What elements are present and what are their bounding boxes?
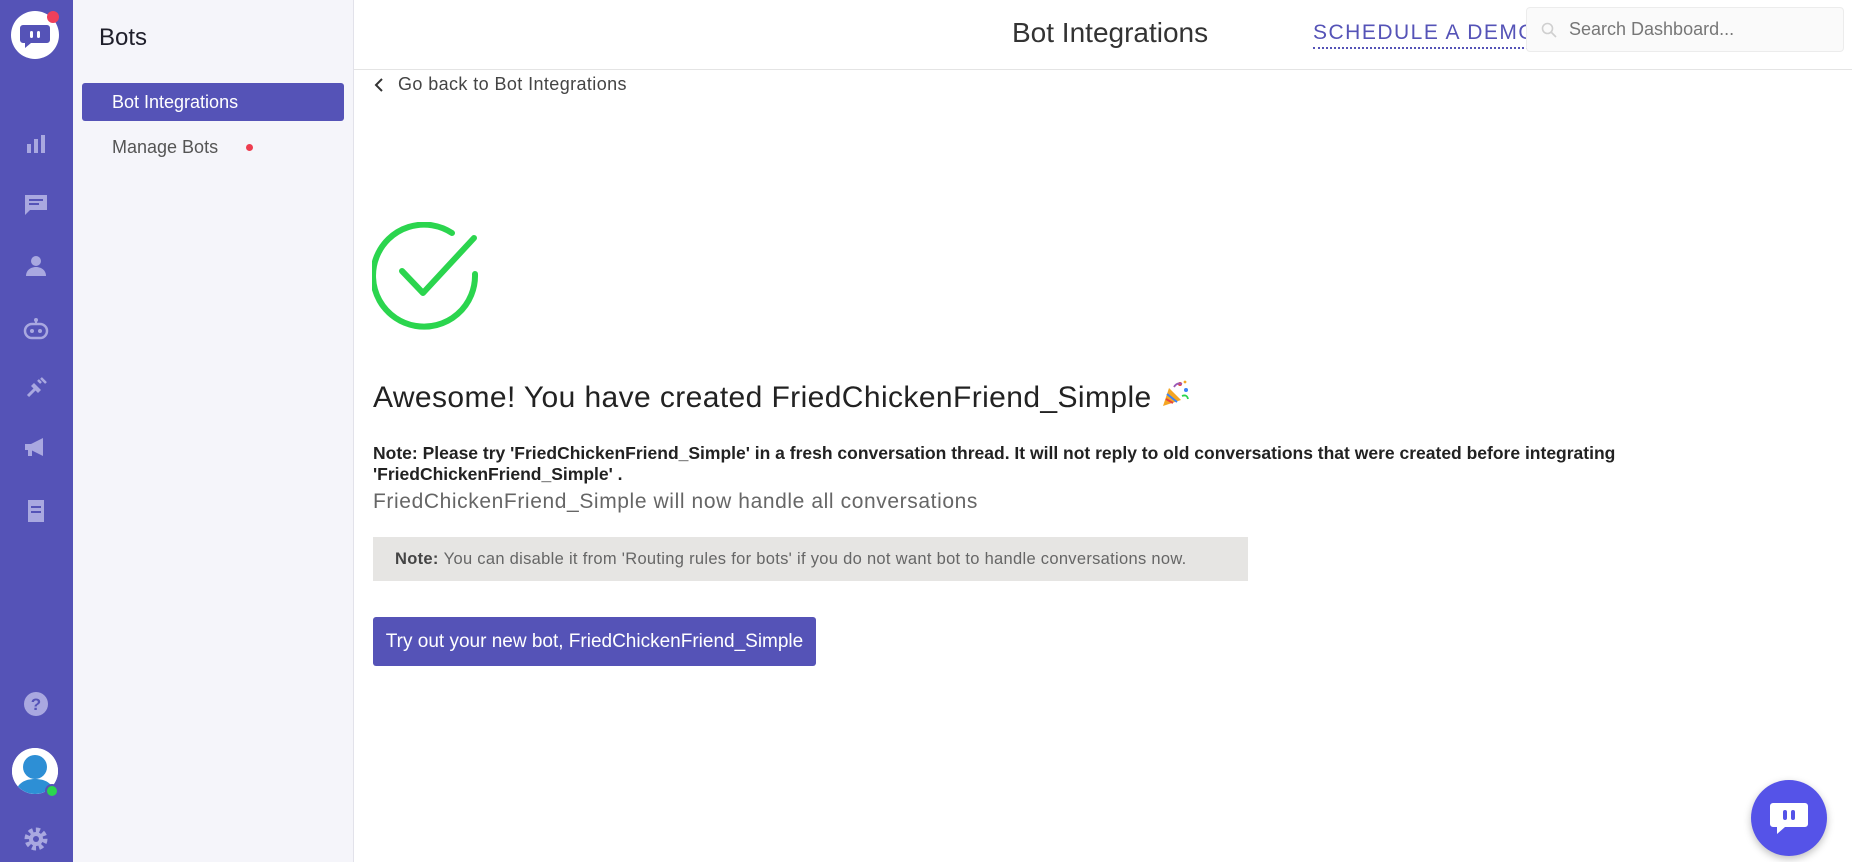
chevron-left-icon — [374, 77, 383, 92]
schedule-demo-link[interactable]: SCHEDULE A DEMO — [1313, 21, 1537, 49]
chat-widget-icon[interactable] — [1751, 780, 1827, 856]
sidebar-title: Bots — [99, 24, 148, 51]
sidebar-item-manage-bots[interactable]: Manage Bots — [82, 128, 344, 166]
search-input[interactable] — [1569, 19, 1819, 40]
app-logo-icon[interactable] — [11, 11, 59, 59]
notification-dot — [47, 11, 59, 23]
conversations-icon[interactable] — [21, 190, 51, 220]
bots-sidebar: Bots Bot Integrations Manage Bots — [73, 0, 354, 862]
fresh-thread-note: Note: Please try 'FriedChickenFriend_Sim… — [373, 443, 1616, 484]
party-popper-icon — [1160, 379, 1190, 417]
online-status-dot — [45, 784, 59, 798]
back-link-label: Go back to Bot Integrations — [398, 74, 627, 94]
success-headline: Awesome! You have created FriedChickenFr… — [373, 379, 1190, 417]
help-icon[interactable]: ? — [21, 689, 51, 719]
analytics-icon[interactable] — [21, 129, 51, 159]
notification-dot — [246, 143, 254, 151]
try-bot-button[interactable]: Try out your new bot, FriedChickenFriend… — [373, 617, 816, 666]
reports-icon[interactable] — [21, 496, 51, 526]
search-box[interactable] — [1526, 7, 1844, 52]
top-header: Bot Integrations SCHEDULE A DEMO — [354, 0, 1852, 70]
sidebar-item-bot-integrations[interactable]: Bot Integrations — [82, 83, 344, 121]
campaigns-icon[interactable] — [21, 432, 51, 462]
users-icon[interactable] — [21, 251, 51, 281]
note-label: Note: — [395, 549, 439, 568]
page-title: Bot Integrations — [1012, 17, 1209, 48]
handle-conversations-text: FriedChickenFriend_Simple will now handl… — [373, 490, 979, 513]
back-link[interactable]: Go back to Bot Integrations — [374, 74, 627, 95]
note-text: You can disable it from 'Routing rules f… — [443, 549, 1187, 568]
search-icon — [1541, 22, 1557, 38]
success-check-icon — [370, 221, 482, 332]
routing-note-box: Note: You can disable it from 'Routing r… — [373, 537, 1248, 581]
integrations-icon[interactable] — [21, 373, 51, 403]
bot-icon[interactable] — [21, 314, 51, 344]
icon-rail: ? — [0, 0, 73, 862]
sidebar-item-label: Manage Bots — [112, 136, 219, 157]
svg-text:?: ? — [31, 695, 41, 714]
sidebar-item-label: Bot Integrations — [112, 91, 239, 112]
headline-text: Awesome! You have created FriedChickenFr… — [373, 381, 1152, 414]
settings-icon[interactable] — [21, 824, 51, 854]
